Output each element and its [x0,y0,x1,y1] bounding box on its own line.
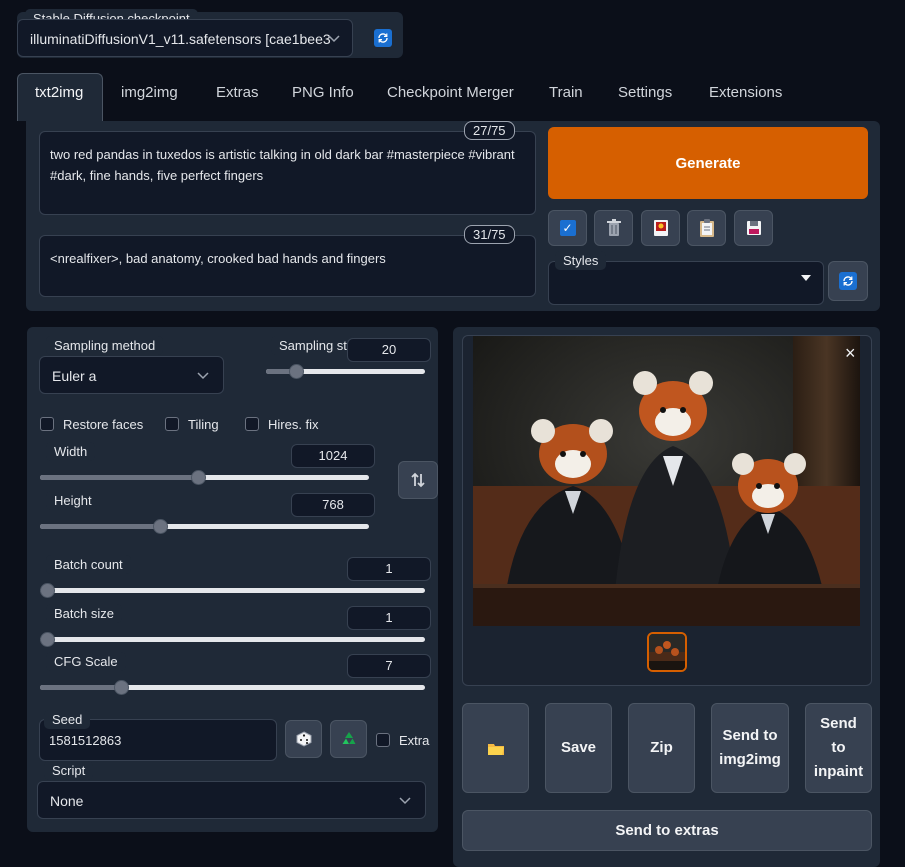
sampling-method-value: Euler a [52,368,97,384]
recycle-icon [342,732,355,744]
batch-count-input[interactable]: 1 [347,557,431,581]
width-slider[interactable] [40,470,369,485]
cfg-scale-label: CFG Scale [46,652,126,671]
refresh-icon [839,272,857,290]
sampling-method-dropdown[interactable]: Euler a [39,356,224,394]
tab-extras[interactable]: Extras [216,84,259,101]
random-seed-button[interactable] [285,720,322,758]
apply-style-button[interactable] [687,210,726,246]
restore-faces-checkbox[interactable] [40,417,54,431]
tab-settings[interactable]: Settings [618,84,672,101]
batch-size-label: Batch size [46,604,122,623]
extra-seed-label: Extra [399,733,430,748]
thumbnail-image [649,634,685,670]
script-dropdown[interactable]: None [37,781,426,819]
hires-fix-checkbox[interactable] [245,417,259,431]
batch-count-label: Batch count [46,555,131,574]
extra-seed-checkbox[interactable] [376,733,390,747]
checkbox-icon: ✓ [559,220,576,236]
chevron-down-icon [399,797,411,805]
open-folder-button[interactable] [462,703,529,793]
height-slider[interactable] [40,519,369,534]
tab-png-info[interactable]: PNG Info [292,84,354,101]
folder-icon [487,743,504,755]
restore-faces-label: Restore faces [63,417,144,432]
script-value: None [50,793,84,809]
send-to-img2img-button[interactable]: Send to img2img [711,703,789,793]
red-pandas-illustration [473,336,860,626]
tab-train[interactable]: Train [549,84,583,101]
save-style-button[interactable] [734,210,773,246]
negative-token-counter: 31/75 [464,225,515,244]
sampling-method-label: Sampling method [46,336,164,355]
batch-count-slider[interactable] [40,583,425,598]
clipboard-icon [699,219,714,237]
tab-img2img[interactable]: img2img [121,84,178,101]
cfg-scale-input[interactable]: 7 [347,654,431,678]
generate-button[interactable]: Generate [548,127,868,199]
close-image-button[interactable]: × [845,343,856,363]
seed-label: Seed [44,710,91,729]
tiling-label: Tiling [188,417,219,432]
tab-checkpoint-merger[interactable]: Checkpoint Merger [387,84,514,101]
gallery-thumbnail[interactable] [647,632,687,672]
zip-button[interactable]: Zip [628,703,695,793]
batch-size-input[interactable]: 1 [347,606,431,630]
positive-token-counter: 27/75 [464,121,515,140]
styles-label: Styles [555,251,607,270]
refresh-styles-button[interactable] [828,261,868,301]
save-button[interactable]: Save [545,703,612,793]
swap-dimensions-button[interactable] [398,461,438,499]
swap-arrows-icon [411,472,425,488]
width-input[interactable]: 1024 [291,444,375,468]
seed-value: 1581512863 [49,733,122,748]
negative-prompt-input[interactable]: <nrealfixer>, bad anatomy, crooked bad h… [39,235,536,297]
width-label: Width [46,442,96,461]
height-input[interactable]: 768 [291,493,375,517]
show-extra-networks-button[interactable]: ✓ [548,210,587,246]
sampling-steps-label: Sampling st [271,336,355,355]
tab-txt2img-label: txt2img [35,84,84,101]
floppy-disk-icon [746,221,761,235]
sampling-steps-slider[interactable] [266,364,425,379]
positive-prompt-input[interactable]: two red pandas in tuxedos is artistic ta… [39,131,536,215]
sampling-steps-input[interactable]: 20 [347,338,431,362]
read-params-button[interactable] [641,210,680,246]
caret-down-icon [801,275,811,281]
hires-fix-label: Hires. fix [268,417,319,432]
height-label: Height [46,491,100,510]
trash-icon [606,219,621,236]
dice-icon [296,731,311,747]
script-label: Script [44,761,94,780]
send-to-inpaint-button[interactable]: Send to inpaint [805,703,872,793]
chevron-down-icon [197,372,209,380]
clear-prompt-button[interactable] [594,210,633,246]
tab-extensions[interactable]: Extensions [709,84,782,101]
batch-size-slider[interactable] [40,632,425,647]
reuse-seed-button[interactable] [330,720,367,758]
tiling-checkbox[interactable] [165,417,179,431]
send-to-extras-button[interactable]: Send to extras [462,810,872,851]
picture-icon [653,220,668,236]
cfg-scale-slider[interactable] [40,680,425,695]
tab-bar: txt2img img2img Extras PNG Info Checkpoi… [0,0,905,121]
generated-image[interactable] [473,336,860,626]
